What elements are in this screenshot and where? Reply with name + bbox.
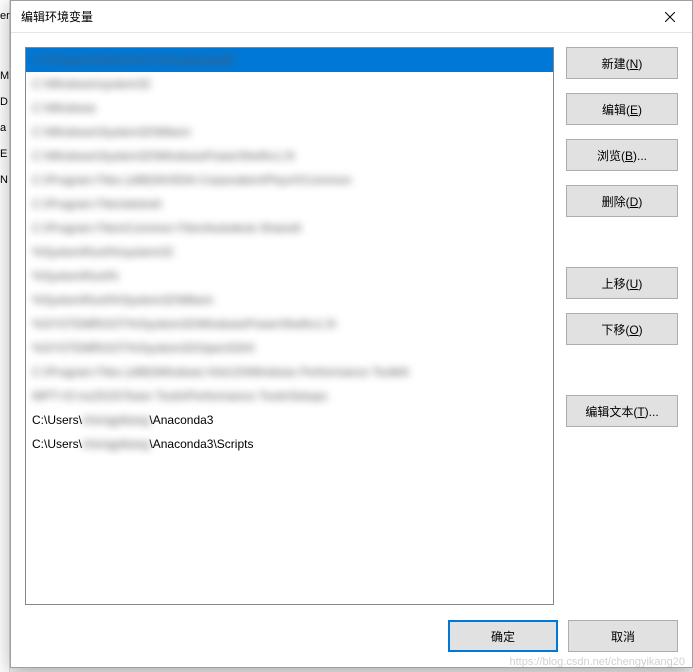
list-item[interactable]: C:\Users\chengyikang\Anaconda3 <box>26 408 553 432</box>
list-item[interactable]: %SYSTEMROOT%\System32\WindowsPowerShell\… <box>26 312 553 336</box>
edit-text-button[interactable]: 编辑文本(T)... <box>566 395 678 427</box>
list-item[interactable]: WPT=D:\vs2015\Team Tools\Performance Too… <box>26 384 553 408</box>
list-item[interactable]: %SystemRoot% <box>26 264 553 288</box>
background-window: er M D a E N <box>0 0 10 672</box>
list-item[interactable]: C:\Program Files (x86)\Windows Kits\10\W… <box>26 360 553 384</box>
dialog-title: 编辑环境变量 <box>21 8 93 25</box>
list-item[interactable]: %SystemRoot%\System32\Wbem <box>26 288 553 312</box>
ok-button[interactable]: 确定 <box>448 620 558 652</box>
new-button[interactable]: 新建(N) <box>566 47 678 79</box>
main-area: C:\ProgramData\Oracle\Java\javapathC:\Wi… <box>25 47 678 605</box>
close-icon <box>665 12 675 22</box>
list-item[interactable]: C:\Windows\System32\WindowsPowerShell\v1… <box>26 144 553 168</box>
titlebar: 编辑环境变量 <box>11 1 692 33</box>
cancel-button[interactable]: 取消 <box>568 620 678 652</box>
dialog-content: C:\ProgramData\Oracle\Java\javapathC:\Wi… <box>11 33 692 667</box>
button-column: 新建(N) 编辑(E) 浏览(B)... 删除(D) 上移(U) 下移(O) 编… <box>566 47 678 605</box>
edit-env-var-dialog: 编辑环境变量 C:\ProgramData\Oracle\Java\javapa… <box>10 0 693 668</box>
browse-button[interactable]: 浏览(B)... <box>566 139 678 171</box>
list-item[interactable]: C:\Program Files\Common Files\Autodesk S… <box>26 216 553 240</box>
delete-button[interactable]: 删除(D) <box>566 185 678 217</box>
path-listbox[interactable]: C:\ProgramData\Oracle\Java\javapathC:\Wi… <box>25 47 554 605</box>
list-item[interactable]: C:\Windows\system32 <box>26 72 553 96</box>
list-item[interactable]: C:\Windows <box>26 96 553 120</box>
list-item[interactable]: %SystemRoot%\system32 <box>26 240 553 264</box>
list-item[interactable]: %SYSTEMROOT%\System32\OpenSSH\ <box>26 336 553 360</box>
list-item[interactable]: C:\Program Files (x86)\NVIDIA Corporatio… <box>26 168 553 192</box>
list-item[interactable]: C:\Program Files\dotnet\ <box>26 192 553 216</box>
list-item[interactable]: C:\ProgramData\Oracle\Java\javapath <box>26 48 553 72</box>
list-item[interactable]: C:\Windows\System32\Wbem <box>26 120 553 144</box>
dialog-footer: 确定 取消 <box>25 605 678 653</box>
move-up-button[interactable]: 上移(U) <box>566 267 678 299</box>
list-item[interactable]: C:\Users\chengyikang\Anaconda3\Scripts <box>26 432 553 456</box>
edit-button[interactable]: 编辑(E) <box>566 93 678 125</box>
move-down-button[interactable]: 下移(O) <box>566 313 678 345</box>
close-button[interactable] <box>647 2 692 32</box>
